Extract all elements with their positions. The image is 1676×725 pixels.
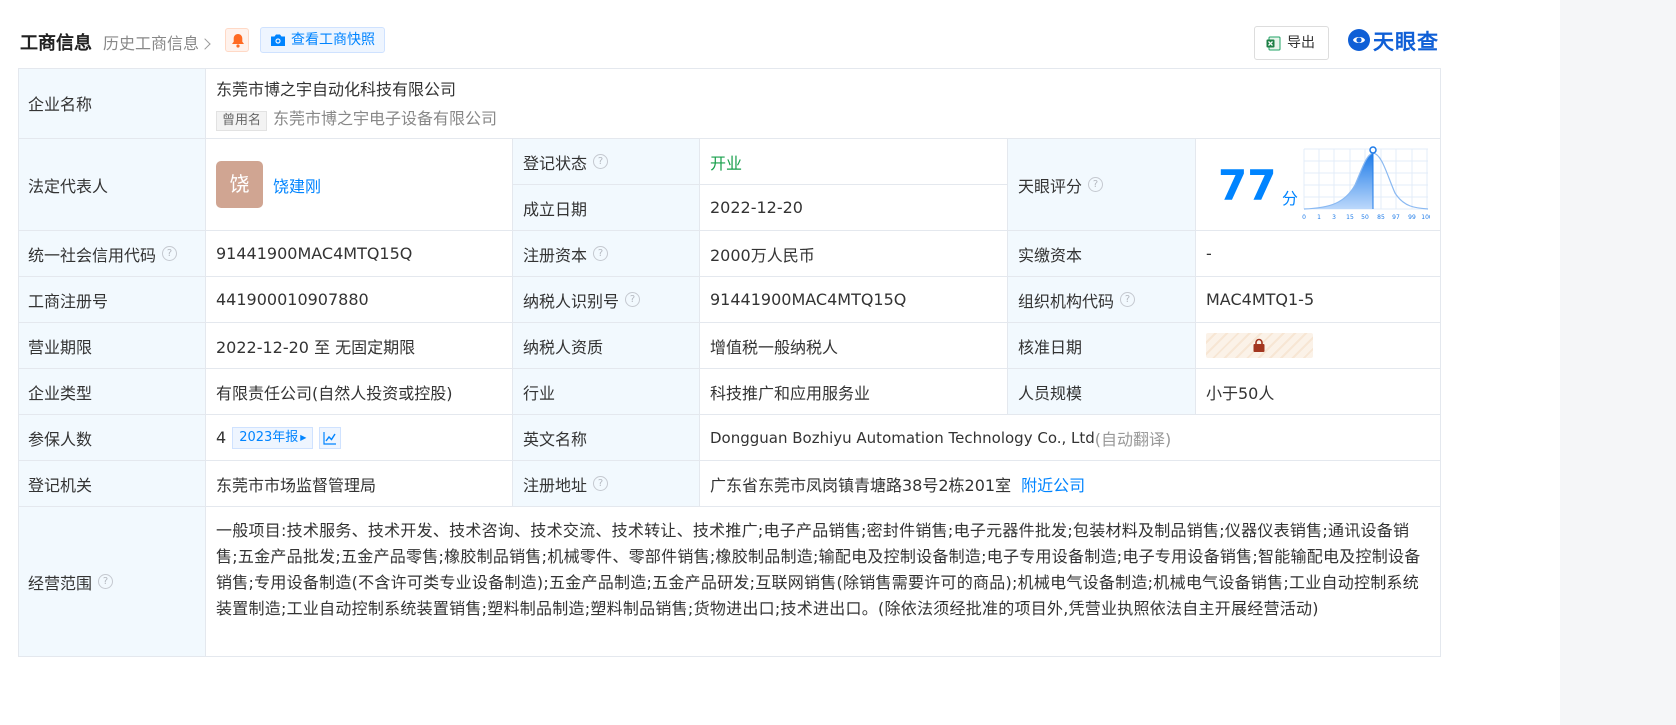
reg-authority-label: 登记机关 [18,461,206,507]
english-name-cell: Dongguan Bozhiyu Automation Technology C… [700,415,1441,461]
brand-name: 天眼查 [1373,30,1439,54]
avatar[interactable]: 饶 [216,161,263,208]
help-icon[interactable]: ? [625,292,641,307]
bell-icon [232,34,244,48]
nearby-companies-link[interactable]: 附近公司 [1021,472,1085,496]
help-icon[interactable]: ? [162,246,178,261]
axis-tick: 99 [1408,214,1416,221]
credit-code-value: 91441900MAC4MTQ15Q [206,231,513,277]
tianyancha-logo-icon [1348,29,1370,51]
axis-tick: 50 [1361,214,1369,221]
chevron-right-icon [199,38,211,50]
found-date-label: 成立日期 [513,185,700,231]
english-name-label: 英文名称 [513,415,700,461]
export-button[interactable]: 导出 [1254,26,1329,60]
reg-number-value: 441900010907880 [206,277,513,323]
business-scope-label: 经营范围? [18,507,206,657]
caret-right-icon: ▶ [300,432,307,442]
axis-tick: 15 [1346,214,1354,221]
score-value: 77 [1218,161,1277,210]
history-link[interactable]: 历史工商信息 [103,30,211,54]
company-name: 东莞市博之宇自动化科技有限公司 [216,80,457,99]
legal-rep-name-link[interactable]: 饶建刚 [273,173,321,197]
reg-address-label: 注册地址? [513,461,700,507]
insured-value: 4 [216,428,227,447]
taxpayer-id-label: 纳税人识别号? [513,277,700,323]
lock-icon [1253,338,1265,352]
section-title: 工商信息 [20,33,92,54]
paid-capital-label: 实缴资本 [1008,231,1196,277]
business-scope-value: 一般项目:技术服务、技术开发、技术咨询、技术交流、技术转让、技术推广;电子产品销… [206,507,1441,657]
company-name-label: 企业名称 [18,68,206,139]
taxpayer-qual-label: 纳税人资质 [513,323,700,369]
tianyan-score-cell[interactable]: 77 分 0 1 3 15 50 85 97 99 100 [1196,139,1441,231]
reg-number-label: 工商注册号 [18,277,206,323]
help-icon[interactable]: ? [593,154,609,169]
help-icon[interactable]: ? [593,476,609,491]
axis-tick: 100 [1421,214,1430,221]
axis-tick: 3 [1332,214,1336,221]
reg-address-value: 广东省东莞市凤岗镇青塘路38号2栋201室 [710,475,1012,495]
reg-capital-value: 2000万人民币 [700,231,1008,277]
business-term-label: 营业期限 [18,323,206,369]
right-panel-background [1560,0,1676,725]
english-name-value: Dongguan Bozhiyu Automation Technology C… [710,428,1095,447]
trend-button[interactable] [319,426,342,449]
reg-authority-value: 东莞市市场监督管理局 [206,461,513,507]
snapshot-label: 查看工商快照 [291,32,375,48]
industry-label: 行业 [513,369,700,415]
company-name-cell: 东莞市博之宇自动化科技有限公司 曾用名 东莞市博之宇电子设备有限公司 [206,68,1441,139]
monitor-button[interactable] [225,28,249,52]
credit-code-label: 统一社会信用代码? [18,231,206,277]
business-term-value: 2022-12-20 至 无固定期限 [206,323,513,369]
locked-value[interactable] [1206,333,1313,358]
score-unit: 分 [1282,189,1299,208]
camera-icon [271,34,285,46]
reg-status-value: 开业 [700,139,1008,185]
tianyan-score-label: 天眼评分? [1008,139,1196,231]
approval-date-label: 核准日期 [1008,323,1196,369]
auto-translate-note: (自动翻译) [1094,429,1172,449]
reg-status-label: 登记状态? [513,139,700,185]
insured-label: 参保人数 [18,415,206,461]
line-chart-icon [323,431,337,445]
staff-size-label: 人员规模 [1008,369,1196,415]
legal-rep-label: 法定代表人 [18,139,206,231]
legal-rep-cell: 饶 饶建刚 [206,139,513,231]
snapshot-button[interactable]: 查看工商快照 [260,27,385,53]
former-name-tag: 曾用名 [216,111,268,131]
score-distribution-chart: 0 1 3 15 50 85 97 99 100 [1302,146,1430,221]
staff-size-value: 小于50人 [1196,369,1441,415]
paid-capital-value: - [1196,231,1441,277]
insured-cell: 4 2023年报 ▶ [206,415,513,461]
reg-capital-label: 注册资本? [513,231,700,277]
help-icon[interactable]: ? [1120,292,1136,307]
reg-address-cell: 广东省东莞市凤岗镇青塘路38号2栋201室 附近公司 [700,461,1441,507]
approval-date-cell [1196,323,1441,369]
excel-icon [1266,36,1281,51]
axis-tick: 97 [1392,214,1400,221]
company-type-label: 企业类型 [18,369,206,415]
found-date-value: 2022-12-20 [700,185,1008,231]
annual-report-tag[interactable]: 2023年报 ▶ [232,426,314,449]
taxpayer-qual-value: 增值税一般纳税人 [700,323,1008,369]
axis-tick: 85 [1377,214,1385,221]
industry-value: 科技推广和应用服务业 [700,369,1008,415]
help-icon[interactable]: ? [1088,177,1104,192]
export-label: 导出 [1287,35,1315,51]
axis-tick: 0 [1302,214,1306,221]
org-code-label: 组织机构代码? [1008,277,1196,323]
taxpayer-id-value: 91441900MAC4MTQ15Q [700,277,1008,323]
former-name: 东莞市博之宇电子设备有限公司 [273,109,498,128]
org-code-value: MAC4MTQ1-5 [1196,277,1441,323]
section-header: 工商信息 历史工商信息 查看工商快照 导出 天眼查 [18,24,1442,60]
history-label: 历史工商信息 [103,34,200,53]
help-icon[interactable]: ? [98,574,114,589]
company-type-value: 有限责任公司(自然人投资或控股) [206,369,513,415]
axis-tick: 1 [1317,214,1321,221]
help-icon[interactable]: ? [593,246,609,261]
